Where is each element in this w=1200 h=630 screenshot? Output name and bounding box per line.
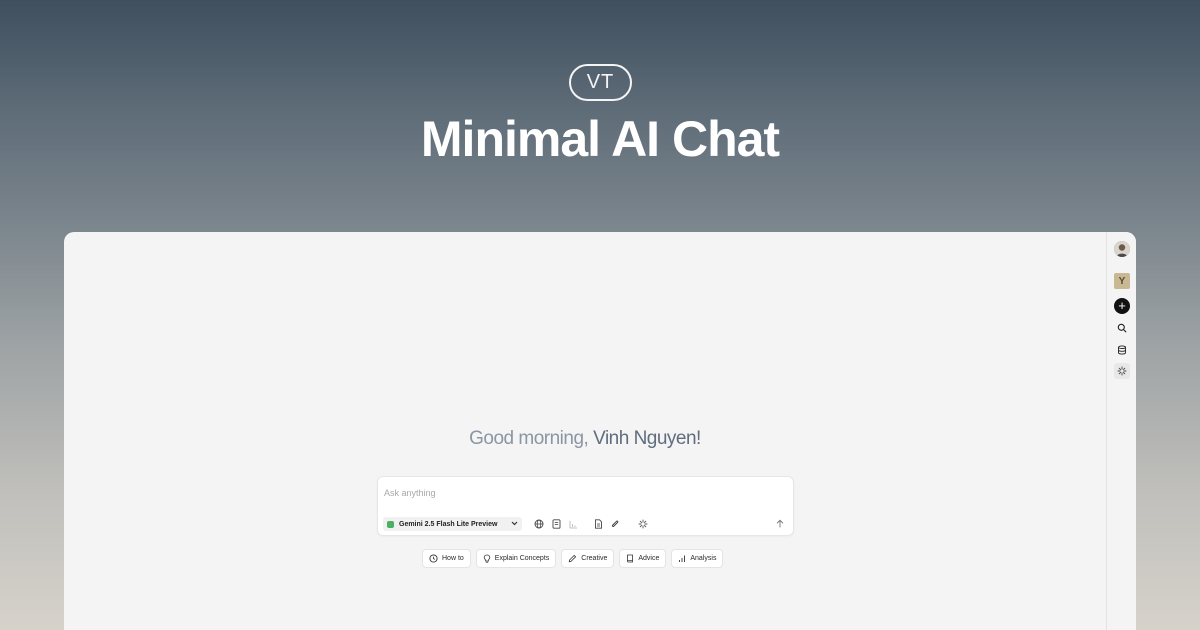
lightbulb-icon bbox=[483, 554, 490, 563]
chip-label: Analysis bbox=[690, 555, 717, 562]
suggestion-explain-concepts[interactable]: Explain Concepts bbox=[475, 549, 557, 568]
file-icon[interactable] bbox=[592, 518, 604, 530]
logo-badge: VT bbox=[569, 64, 632, 101]
plus-icon: + bbox=[1118, 298, 1126, 313]
clock-icon bbox=[429, 554, 438, 563]
model-name: Gemini 2.5 Flash Lite Preview bbox=[399, 520, 498, 528]
paperclip-icon[interactable] bbox=[609, 518, 621, 530]
send-button[interactable] bbox=[774, 518, 786, 530]
ai-tools-button[interactable] bbox=[1114, 363, 1130, 379]
hero-title: Minimal AI Chat bbox=[420, 111, 780, 167]
greeting-prefix: Good morning, bbox=[469, 428, 589, 449]
suggestion-how-to[interactable]: How to bbox=[422, 549, 471, 568]
sparkle-icon bbox=[1117, 366, 1127, 376]
sparkle-icon[interactable] bbox=[637, 518, 649, 530]
search-button[interactable] bbox=[1114, 320, 1130, 336]
greeting: Good morning, Vinh Nguyen! bbox=[64, 428, 1106, 450]
model-indicator-icon bbox=[387, 520, 394, 528]
suggestion-chips: How to Explain Concepts Creative Advice … bbox=[422, 549, 724, 568]
search-icon bbox=[1117, 323, 1127, 333]
suggestion-advice[interactable]: Advice bbox=[619, 549, 667, 568]
new-chat-button[interactable]: + bbox=[1114, 298, 1130, 314]
database-icon bbox=[1118, 345, 1126, 355]
database-button[interactable] bbox=[1114, 342, 1130, 358]
greeting-name: Vinh Nguyen! bbox=[593, 428, 701, 449]
chat-input[interactable] bbox=[384, 485, 764, 501]
avatar[interactable] bbox=[1114, 241, 1130, 257]
right-sidebar: Y + bbox=[1106, 232, 1136, 630]
pencil-icon bbox=[569, 555, 577, 563]
chip-label: Advice bbox=[638, 555, 660, 562]
brand-icon[interactable]: Y bbox=[1114, 273, 1130, 289]
chat-composer: Gemini 2.5 Flash Lite Preview bbox=[377, 476, 794, 536]
suggestion-creative[interactable]: Creative bbox=[561, 549, 615, 568]
model-selector[interactable]: Gemini 2.5 Flash Lite Preview bbox=[383, 517, 522, 531]
document-icon[interactable] bbox=[550, 518, 562, 530]
arrow-up-icon bbox=[776, 515, 784, 533]
chevron-down-icon bbox=[511, 521, 518, 528]
hero-banner: VT Minimal AI Chat bbox=[0, 0, 1200, 232]
chart-icon[interactable] bbox=[567, 518, 579, 530]
bar-chart-icon bbox=[679, 555, 686, 562]
globe-icon[interactable] bbox=[533, 518, 545, 530]
chip-label: Explain Concepts bbox=[494, 555, 550, 562]
app-window: Good morning, Vinh Nguyen! Gemini 2.5 Fl… bbox=[64, 232, 1136, 630]
chip-label: How to bbox=[442, 555, 464, 562]
chip-label: Creative bbox=[581, 555, 608, 562]
book-icon bbox=[627, 554, 634, 563]
suggestion-analysis[interactable]: Analysis bbox=[671, 549, 724, 568]
